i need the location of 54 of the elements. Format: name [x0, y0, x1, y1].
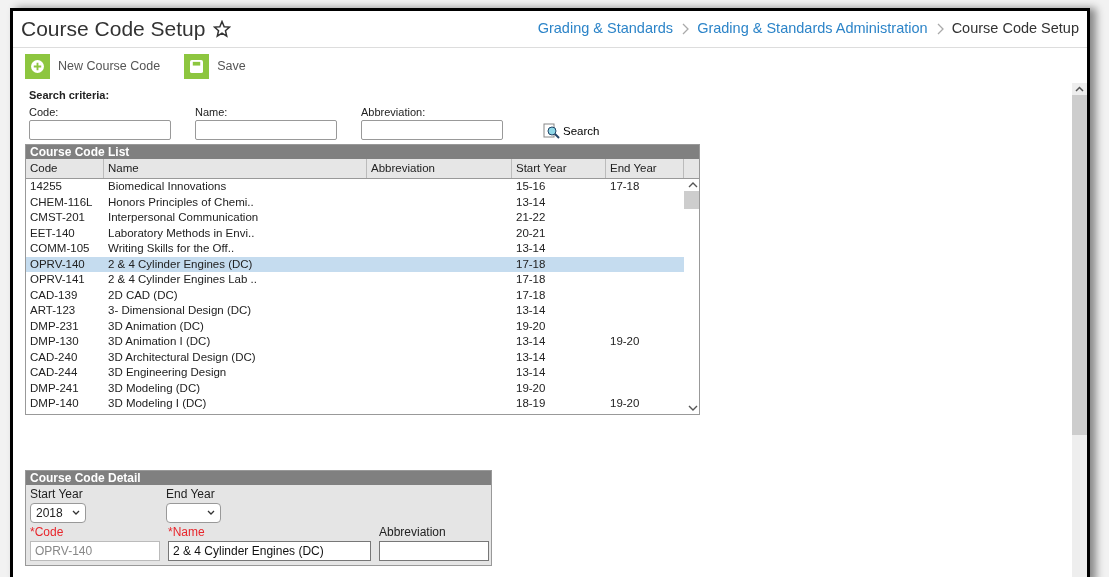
table-row[interactable]: ART-123 3- Dimensional Design (DC) 13-14	[26, 303, 684, 319]
star-icon[interactable]	[213, 20, 232, 38]
table-row[interactable]: CHEM-116L Honors Principles of Chemi.. 13-14	[26, 194, 684, 211]
column-header[interactable]: Start Year	[512, 159, 606, 179]
breadcrumb-link[interactable]: Grading & Standards	[537, 18, 674, 40]
input-field[interactable]	[379, 541, 489, 562]
table-row[interactable]: CAD-244 3D Engineering Design 13-14	[26, 365, 684, 381]
caret-icon	[72, 510, 80, 517]
scrollbar-thumb[interactable]	[684, 191, 699, 210]
table-row[interactable]: DMP-140 3D Modeling I (DC) 18-19 19-20	[26, 396, 684, 412]
save-button[interactable]: Save	[184, 54, 246, 79]
field-label: End Year	[166, 486, 216, 504]
chevron-icon	[935, 23, 944, 35]
table-row[interactable]: DMP-130 3D Animation I (DC) 13-14 19-20	[26, 334, 684, 350]
page-scrollbar-thumb[interactable]	[1072, 95, 1087, 435]
table-row[interactable]: DMP-231 3D Animation (DC) 19-20	[26, 318, 684, 335]
table-row[interactable]: DMP-241 3D Modeling (DC) 19-20	[26, 380, 684, 397]
breadcrumb-link[interactable]: Grading & Standards Administration	[697, 18, 928, 40]
search-button[interactable]: Search	[543, 122, 600, 140]
column-header[interactable]: Name	[104, 159, 367, 179]
input-field[interactable]	[195, 120, 337, 140]
new-course-code-button[interactable]: New Course Code	[25, 54, 161, 79]
field-label: Code:	[29, 104, 60, 120]
field-label: *Name	[168, 524, 206, 542]
table-row[interactable]: 14255 Biomedical Innovations 15-16 17-18	[26, 179, 684, 195]
panel-header: Course Code List	[26, 145, 699, 159]
field-label: *Code	[30, 524, 65, 542]
column-header[interactable]: Code	[26, 159, 104, 179]
panel-header: Course Code Detail	[26, 471, 491, 486]
input-field[interactable]	[361, 120, 503, 140]
column-header[interactable]: Abbreviation	[367, 159, 512, 179]
input-field[interactable]	[29, 120, 171, 140]
table-row[interactable]: OPRV-141 2 & 4 Cylinder Engines Lab .. 17-18	[26, 272, 684, 288]
field-label: Abbreviation	[379, 524, 447, 542]
column-header[interactable]: End Year	[606, 159, 684, 179]
field-label: Start Year	[30, 486, 84, 504]
field-label: Abbreviation:	[361, 104, 427, 120]
table-row[interactable]: COMM-105 Writing Skills for the Off.. 13-14	[26, 241, 684, 257]
input-field[interactable]: 2 & 4 Cylinder Engines (DC)	[168, 541, 371, 562]
chevron-icon	[681, 23, 690, 35]
caret-icon	[207, 510, 215, 517]
year-select[interactable]	[166, 503, 221, 524]
table-row[interactable]: EET-140 Laboratory Methods in Envi.. 20-21	[26, 225, 684, 242]
table-row[interactable]: OPRV-140 2 & 4 Cylinder Engines (DC) 17-18	[26, 256, 684, 273]
plus-icon	[31, 60, 44, 73]
field-label: Name:	[195, 104, 229, 120]
table-row[interactable]: CAD-139 2D CAD (DC) 17-18	[26, 287, 684, 304]
breadcrumb-current: Course Code Setup	[951, 19, 1079, 39]
page-title: Course Code Setup	[21, 16, 206, 43]
table-row[interactable]: CMST-201 Interpersonal Communication 21-22	[26, 210, 684, 226]
table-row[interactable]: CAD-240 3D Architectural Design (DC) 13-14	[26, 349, 684, 366]
magnifier-icon	[543, 122, 561, 140]
year-select[interactable]: 2018	[30, 503, 86, 524]
search-criteria-label: Search criteria:	[29, 88, 111, 103]
